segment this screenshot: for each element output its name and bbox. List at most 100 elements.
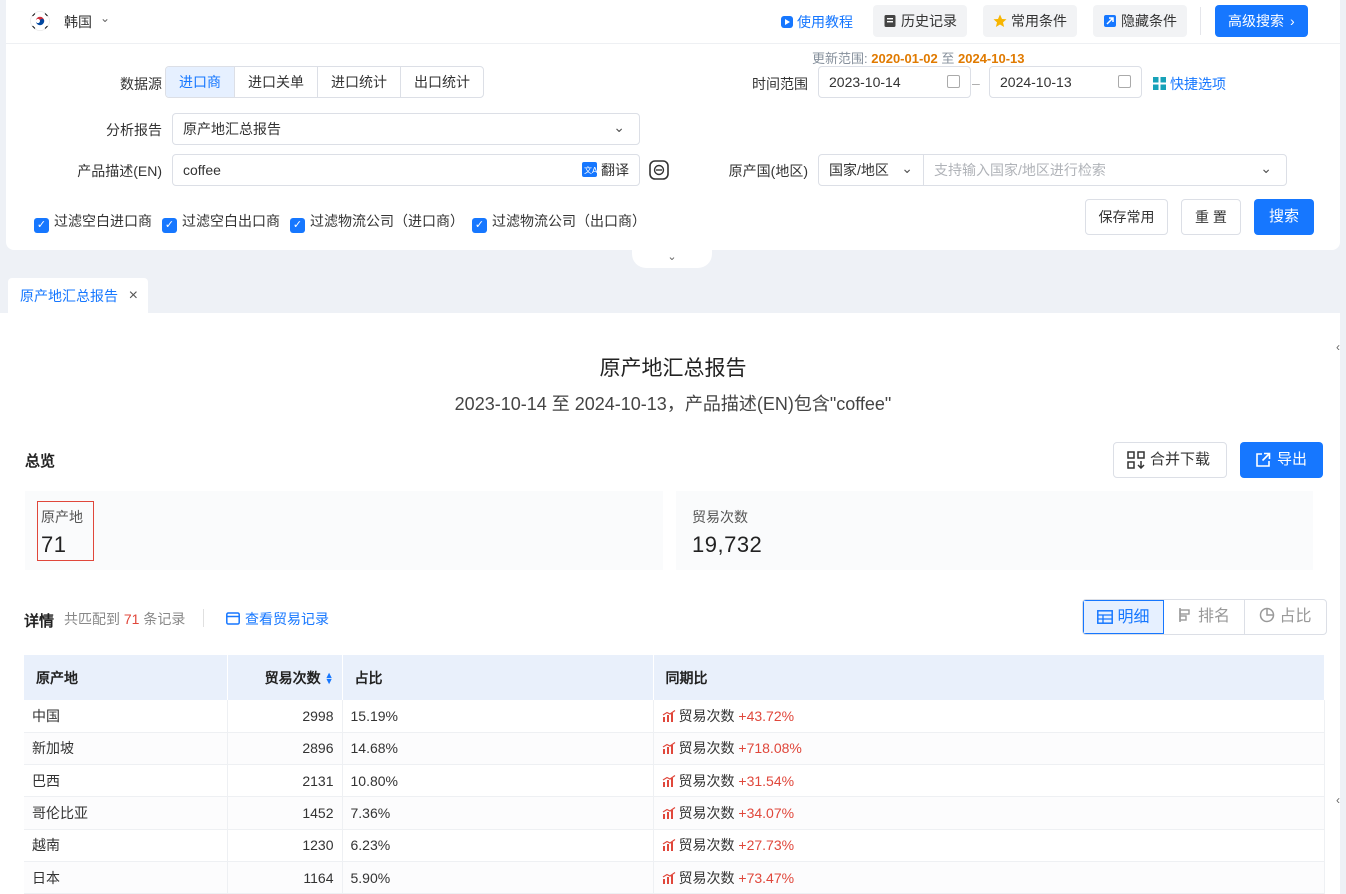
update-range-to: 至 xyxy=(941,51,955,66)
filter-blank-exporter[interactable]: ✓ 过滤空白出口商 xyxy=(162,211,280,233)
filter-logistics-exporter[interactable]: ✓ 过滤物流公司（出口商） xyxy=(472,211,646,233)
advanced-search-label: 高级搜索 xyxy=(1228,13,1284,29)
korea-flag-icon[interactable] xyxy=(30,11,50,31)
cell-origin: 新加坡 xyxy=(24,732,228,766)
history-button[interactable]: 历史记录 xyxy=(873,5,967,37)
chevron-down-icon: ⌄ xyxy=(1260,160,1272,176)
cell-yoy: 贸易次数 +27.73% xyxy=(653,829,1325,862)
cell-yoy: 贸易次数 +73.47% xyxy=(653,861,1325,894)
view-ranking-tab[interactable]: 排名 xyxy=(1164,600,1245,634)
history-label: 历史记录 xyxy=(901,13,957,29)
hide-conditions-button[interactable]: 隐藏条件 xyxy=(1093,5,1187,37)
table-row[interactable]: 越南 1230 6.23% 贸易次数 +27.73% xyxy=(24,829,1325,862)
trend-chart-icon xyxy=(662,774,675,787)
update-range: 更新范围: 2020-01-02 至 2024-10-13 xyxy=(812,48,1025,67)
tutorial-label: 使用教程 xyxy=(797,14,853,30)
view-trade-label: 查看贸易记录 xyxy=(245,611,329,627)
table-row[interactable]: 新加坡 2896 14.68% 贸易次数 +718.08% xyxy=(24,732,1325,766)
report-subtitle: 2023-10-14 至 2024-10-13，产品描述(EN)包含"coffe… xyxy=(454,394,892,414)
translate-icon: 文A xyxy=(582,162,598,177)
table-row[interactable]: 日本 1164 5.90% 贸易次数 +73.47% xyxy=(24,861,1325,894)
date-end-input[interactable]: 2024-10-13 xyxy=(989,66,1142,98)
datasource-tab-importer[interactable]: 进口商 xyxy=(166,67,235,97)
stat-card-origin: 原产地 71 xyxy=(25,491,663,570)
datasource-tab-export-stats[interactable]: 出口统计 xyxy=(401,67,483,97)
report-select[interactable]: 原产地汇总报告 ⌄ xyxy=(172,113,640,145)
trend-chart-icon xyxy=(662,871,675,884)
chevron-left-icon[interactable]: ‹ xyxy=(1336,793,1346,819)
filter-label: 过滤空白进口商 xyxy=(54,213,152,229)
cell-share: 15.19% xyxy=(342,700,654,733)
date-start-input[interactable]: 2023-10-14 xyxy=(818,66,971,98)
table-row[interactable]: 巴西 2131 10.80% 贸易次数 +31.54% xyxy=(24,764,1325,798)
hide-icon xyxy=(1104,15,1116,27)
checkbox-checked-icon: ✓ xyxy=(34,218,49,233)
export-label: 导出 xyxy=(1277,451,1308,468)
merge-download-button[interactable]: 合并下载 xyxy=(1113,442,1227,478)
view-trade-records-link[interactable]: 查看贸易记录 xyxy=(226,609,329,629)
save-common-button[interactable]: 保存常用 xyxy=(1085,199,1168,235)
col-header-count[interactable]: 贸易次数 ▲ ▼ xyxy=(227,655,343,700)
tutorial-link[interactable]: 使用教程 xyxy=(780,12,853,32)
col-header-yoy[interactable]: 同期比 xyxy=(653,655,1325,700)
merge-download-icon xyxy=(1127,451,1145,469)
trend-chart-icon xyxy=(662,807,675,820)
translate-button[interactable]: 文A 翻译 xyxy=(582,155,629,185)
advanced-search-button[interactable]: 高级搜索 › xyxy=(1215,5,1308,37)
datasource-tab-import-customs[interactable]: 进口关单 xyxy=(235,67,318,97)
datasource-tab-import-stats[interactable]: 进口统计 xyxy=(318,67,401,97)
origin-country-label: 原产国(地区) xyxy=(728,163,808,179)
chevron-down-icon[interactable]: ⌄ xyxy=(100,11,110,25)
pie-chart-icon xyxy=(1260,607,1275,623)
yoy-label: 贸易次数 xyxy=(678,869,735,886)
origin-country-input[interactable]: 支持输入国家/地区进行检索 ⌄ xyxy=(923,154,1287,186)
view-detail-tab[interactable]: 明细 xyxy=(1083,600,1164,634)
yoy-label: 贸易次数 xyxy=(678,772,735,789)
update-range-start: 2020-01-02 xyxy=(871,51,938,66)
checkbox-checked-icon: ✓ xyxy=(162,218,177,233)
common-conditions-button[interactable]: 常用条件 xyxy=(983,5,1077,37)
view-share-tab[interactable]: 占比 xyxy=(1245,600,1326,634)
trend-chart-icon xyxy=(662,742,675,755)
trend-chart-icon xyxy=(662,839,675,852)
view-ranking-label: 排名 xyxy=(1197,608,1230,625)
cell-share: 7.36% xyxy=(342,796,654,830)
keyword-helper-icon[interactable] xyxy=(649,160,669,180)
filter-blank-importer[interactable]: ✓ 过滤空白进口商 xyxy=(34,211,152,233)
yoy-value: +34.07% xyxy=(738,805,795,822)
collapse-panel-toggle[interactable]: ⌄ xyxy=(632,250,712,268)
reset-button[interactable]: 重 置 xyxy=(1181,199,1241,235)
filter-logistics-importer[interactable]: ✓ 过滤物流公司（进口商） xyxy=(290,211,464,233)
desc-input[interactable]: coffee 文A 翻译 xyxy=(172,154,640,186)
tab-origin-summary[interactable]: 原产地汇总报告 × xyxy=(8,278,148,314)
update-range-end: 2024-10-13 xyxy=(958,51,1025,66)
cell-count: 2131 xyxy=(227,764,343,798)
col-header-share[interactable]: 占比 xyxy=(342,655,654,700)
cell-origin: 哥伦比亚 xyxy=(24,796,228,830)
sort-icon[interactable]: ▲ ▼ xyxy=(325,670,334,685)
table-row[interactable]: 中国 2998 15.19% 贸易次数 +43.72% xyxy=(24,700,1325,733)
origin-type-select[interactable]: 国家/地区 ⌄ xyxy=(818,154,924,186)
cell-count: 2998 xyxy=(227,700,343,733)
cell-yoy: 贸易次数 +718.08% xyxy=(653,732,1325,766)
svg-text:文A: 文A xyxy=(584,165,597,175)
cell-count: 1452 xyxy=(227,796,343,830)
report-select-value: 原产地汇总报告 xyxy=(183,121,281,137)
tutorial-icon xyxy=(781,16,793,28)
export-button[interactable]: 导出 xyxy=(1240,442,1323,478)
table-row[interactable]: 哥伦比亚 1452 7.36% 贸易次数 +34.07% xyxy=(24,796,1325,830)
yoy-label: 贸易次数 xyxy=(678,740,735,757)
country-selector[interactable]: 韩国 xyxy=(64,12,92,32)
tab-label: 原产地汇总报告 xyxy=(20,288,118,304)
search-button[interactable]: 搜索 xyxy=(1254,199,1314,235)
report-label: 分析报告 xyxy=(106,122,162,138)
close-icon[interactable]: × xyxy=(129,278,138,314)
match-summary: 共匹配到 71 条记录 xyxy=(64,609,185,629)
quick-options-link[interactable]: 快捷选项 xyxy=(1153,74,1226,94)
ranking-icon xyxy=(1179,608,1190,622)
trend-chart-icon xyxy=(662,709,675,722)
yoy-value: +31.54% xyxy=(738,772,795,789)
view-switcher: 明细 排名 占比 xyxy=(1082,599,1327,635)
col-header-origin[interactable]: 原产地 xyxy=(24,655,228,700)
origin-type-value: 国家/地区 xyxy=(829,162,889,178)
